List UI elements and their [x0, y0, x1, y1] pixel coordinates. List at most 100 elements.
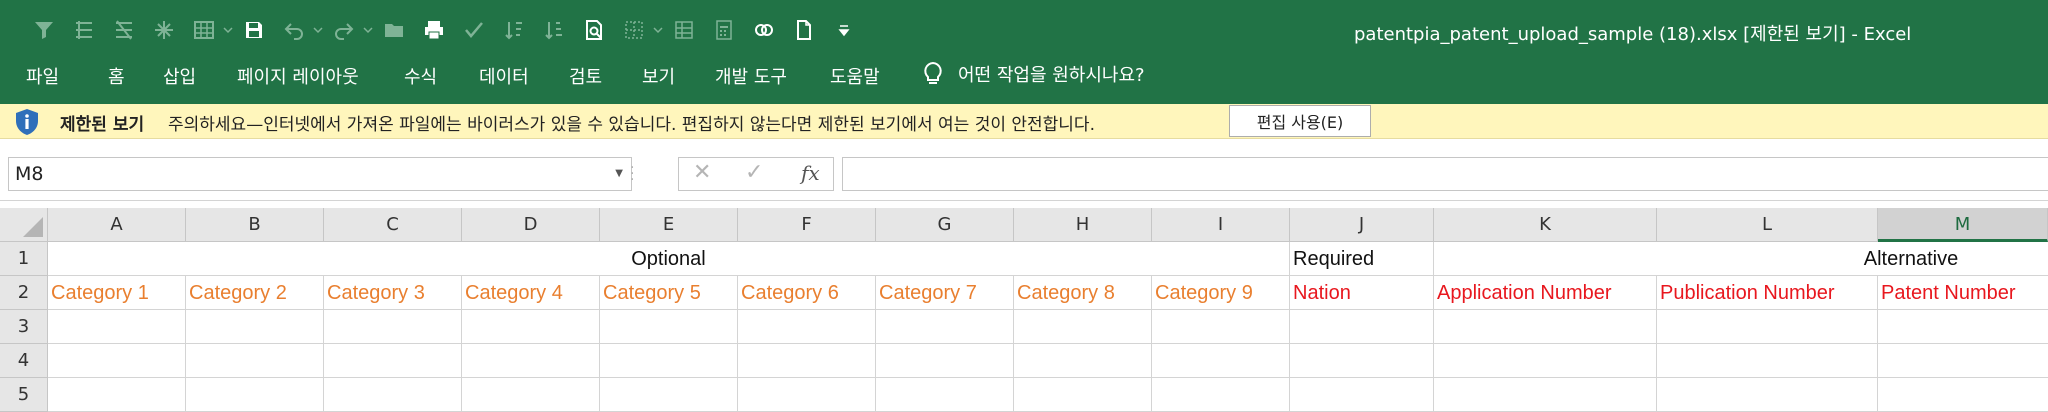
cell-h4[interactable]	[1014, 344, 1152, 378]
column-header-g[interactable]: G	[876, 208, 1014, 242]
cell-l5[interactable]	[1657, 378, 1878, 412]
chevron-down-icon[interactable]	[222, 15, 234, 45]
cell-d2[interactable]: Category 4	[462, 276, 600, 310]
column-header-b[interactable]: B	[186, 208, 324, 242]
cell-i2[interactable]: Category 9	[1152, 276, 1290, 310]
check-icon[interactable]	[458, 15, 490, 45]
freeze-icon[interactable]	[148, 15, 180, 45]
grid-icon[interactable]	[668, 15, 700, 45]
column-header-m[interactable]: M	[1878, 208, 2048, 242]
cell-k1-merged[interactable]: Alternative	[1434, 242, 2048, 276]
cell-a4[interactable]	[48, 344, 186, 378]
cell-m4[interactable]	[1878, 344, 2048, 378]
cell-a1-merged[interactable]: Optional	[48, 242, 1290, 276]
sort-ascending-icon[interactable]	[498, 15, 530, 45]
cell-l4[interactable]	[1657, 344, 1878, 378]
cell-k3[interactable]	[1434, 310, 1657, 344]
column-header-k[interactable]: K	[1434, 208, 1657, 242]
cell-a3[interactable]	[48, 310, 186, 344]
cell-l3[interactable]	[1657, 310, 1878, 344]
column-header-j[interactable]: J	[1290, 208, 1434, 242]
column-header-f[interactable]: F	[738, 208, 876, 242]
undo-icon[interactable]	[278, 15, 310, 45]
cell-d3[interactable]	[462, 310, 600, 344]
cell-i3[interactable]	[1152, 310, 1290, 344]
cell-b5[interactable]	[186, 378, 324, 412]
cell-j4[interactable]	[1290, 344, 1434, 378]
tab-insert[interactable]: 삽입	[163, 63, 196, 89]
name-box-dropdown-icon[interactable]: ▼	[615, 158, 623, 190]
cell-e5[interactable]	[600, 378, 738, 412]
cell-a5[interactable]	[48, 378, 186, 412]
cell-j1[interactable]: Required	[1290, 242, 1434, 276]
group-icon[interactable]	[68, 15, 100, 45]
cell-b3[interactable]	[186, 310, 324, 344]
cell-c5[interactable]	[324, 378, 462, 412]
cell-e2[interactable]: Category 5	[600, 276, 738, 310]
column-header-h[interactable]: H	[1014, 208, 1152, 242]
row-header-3[interactable]: 3	[0, 310, 48, 344]
cell-f3[interactable]	[738, 310, 876, 344]
tab-review[interactable]: 검토	[569, 63, 602, 89]
redo-dropdown-icon[interactable]	[362, 15, 374, 45]
cell-f4[interactable]	[738, 344, 876, 378]
column-header-i[interactable]: I	[1152, 208, 1290, 242]
cell-l2[interactable]: Publication Number	[1657, 276, 1878, 310]
row-header-1[interactable]: 1	[0, 242, 48, 276]
cell-j2[interactable]: Nation	[1290, 276, 1434, 310]
row-header-2[interactable]: 2	[0, 276, 48, 310]
save-icon[interactable]	[238, 15, 270, 45]
cell-a2[interactable]: Category 1	[48, 276, 186, 310]
cell-e4[interactable]	[600, 344, 738, 378]
sort-descending-icon[interactable]	[538, 15, 570, 45]
ungroup-icon[interactable]	[108, 15, 140, 45]
open-folder-icon[interactable]	[378, 15, 410, 45]
name-box[interactable]: M8 ▼	[8, 157, 632, 191]
new-file-icon[interactable]	[788, 15, 820, 45]
link-icon[interactable]	[748, 15, 780, 45]
tab-home[interactable]: 홈	[108, 63, 125, 89]
tab-page-layout[interactable]: 페이지 레이아웃	[237, 63, 359, 89]
cell-m5[interactable]	[1878, 378, 2048, 412]
cell-k4[interactable]	[1434, 344, 1657, 378]
cell-k5[interactable]	[1434, 378, 1657, 412]
column-header-c[interactable]: C	[324, 208, 462, 242]
cell-h5[interactable]	[1014, 378, 1152, 412]
cell-c2[interactable]: Category 3	[324, 276, 462, 310]
tab-view[interactable]: 보기	[642, 63, 675, 89]
border-dropdown-icon[interactable]	[652, 15, 664, 45]
filter-icon[interactable]	[28, 15, 60, 45]
tab-developer[interactable]: 개발 도구	[715, 63, 787, 89]
cell-e3[interactable]	[600, 310, 738, 344]
table-icon[interactable]	[188, 15, 220, 45]
cell-h3[interactable]	[1014, 310, 1152, 344]
worksheet-grid[interactable]: A B C D E F G H I J K L M 1 2 3 4 5 Opti…	[0, 208, 2048, 412]
print-preview-icon[interactable]	[578, 15, 610, 45]
undo-dropdown-icon[interactable]	[312, 15, 324, 45]
cell-g4[interactable]	[876, 344, 1014, 378]
cell-b4[interactable]	[186, 344, 324, 378]
customize-icon[interactable]	[828, 15, 860, 45]
tab-help[interactable]: 도움말	[830, 63, 880, 89]
column-header-l[interactable]: L	[1657, 208, 1878, 242]
cell-c4[interactable]	[324, 344, 462, 378]
redo-icon[interactable]	[328, 15, 360, 45]
row-header-5[interactable]: 5	[0, 378, 48, 412]
enter-icon[interactable]: ✓	[745, 160, 763, 185]
cell-f5[interactable]	[738, 378, 876, 412]
cell-i4[interactable]	[1152, 344, 1290, 378]
cell-h2[interactable]: Category 8	[1014, 276, 1152, 310]
column-header-e[interactable]: E	[600, 208, 738, 242]
cell-c3[interactable]	[324, 310, 462, 344]
tab-file[interactable]: 파일	[26, 63, 59, 89]
tab-data[interactable]: 데이터	[479, 63, 529, 89]
cell-m3[interactable]	[1878, 310, 2048, 344]
cell-j3[interactable]	[1290, 310, 1434, 344]
cell-m2[interactable]: Patent Number	[1878, 276, 2048, 310]
cell-g2[interactable]: Category 7	[876, 276, 1014, 310]
insert-function-icon[interactable]: fx	[801, 161, 820, 185]
resize-grip-icon[interactable]: · · ·	[630, 161, 634, 187]
row-header-4[interactable]: 4	[0, 344, 48, 378]
tab-formulas[interactable]: 수식	[404, 63, 437, 89]
tell-me-search[interactable]: 어떤 작업을 원하시나요?	[922, 61, 1145, 87]
